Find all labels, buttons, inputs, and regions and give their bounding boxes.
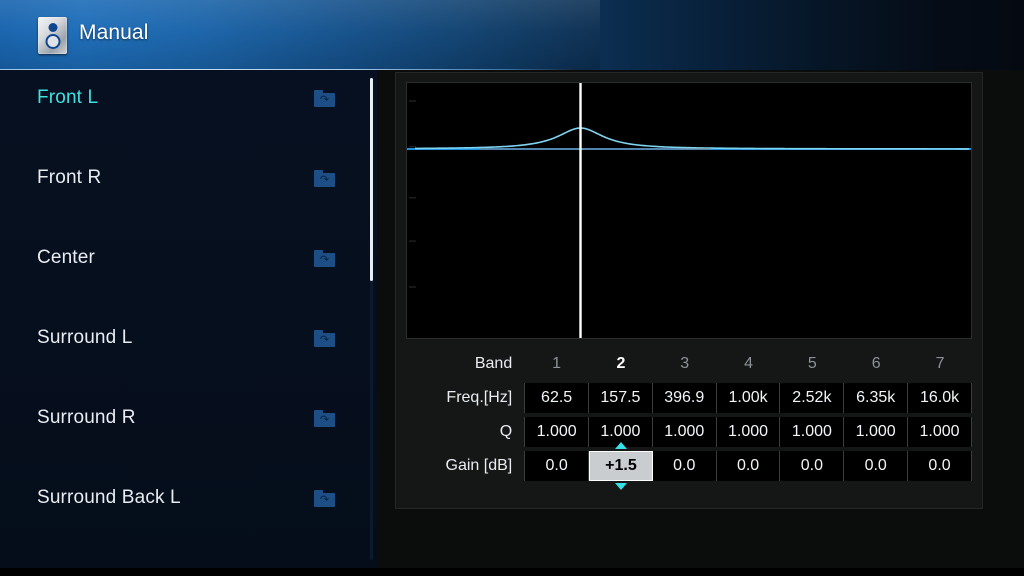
eq-panel: Band 1 2 3 4 5 6 7 Freq.[Hz] 62.5 157.5 396.9 1.00k 2… [395, 72, 983, 509]
sidebar-item-label: Front L [37, 87, 99, 108]
folder-return-icon[interactable]: ↷ [314, 409, 335, 427]
sidebar-item-center[interactable]: Center ↷ [0, 238, 377, 278]
main-content: Band 1 2 3 4 5 6 7 Freq.[Hz] 62.5 157.5 396.9 1.00k 2… [377, 70, 1024, 568]
return-arrow-glyph: ↷ [319, 413, 330, 426]
q-cell-band-7[interactable]: 1.000 [908, 417, 972, 447]
freq-cell-band-5[interactable]: 2.52k [780, 383, 845, 413]
q-cell-band-6[interactable]: 1.000 [844, 417, 909, 447]
eq-graph[interactable] [406, 82, 972, 339]
gain-cell-band-5[interactable]: 0.0 [780, 451, 845, 481]
freq-cell-band-6[interactable]: 6.35k [844, 383, 909, 413]
sidebar-item-surround-r[interactable]: Surround R ↷ [0, 398, 377, 438]
return-arrow-glyph: ↷ [319, 173, 330, 186]
eq-curve-svg [407, 83, 971, 338]
row-label-band: Band [474, 355, 513, 372]
app-screen: Manual Front L ↷ Front R ↷ Center ↷ Surround L… [0, 0, 1024, 576]
gain-cell-selected[interactable]: +1.5 [589, 442, 653, 490]
sidebar-item-label: Surround L [37, 327, 133, 348]
row-label-freq: Freq.[Hz] [446, 389, 513, 406]
gain-cell-band-6[interactable]: 0.0 [844, 451, 909, 481]
increase-caret-icon[interactable] [614, 442, 627, 449]
q-cell-band-1[interactable]: 1.000 [524, 417, 590, 447]
sidebar-item-label: Surround Back L [37, 487, 181, 508]
eq-parameter-table: Band 1 2 3 4 5 6 7 Freq.[Hz] 62.5 157.5 396.9 1.00k 2… [406, 349, 972, 490]
return-arrow-glyph: ↷ [319, 493, 330, 506]
return-arrow-glyph: ↷ [319, 93, 330, 106]
bottom-bar [0, 568, 1024, 576]
band-header-4[interactable]: 4 [717, 349, 781, 379]
freq-cell-band-4[interactable]: 1.00k [716, 383, 781, 413]
row-label-gain: Gain [dB] [445, 457, 513, 474]
q-cell-band-4[interactable]: 1.000 [716, 417, 781, 447]
band-header-7[interactable]: 7 [908, 349, 972, 379]
folder-return-icon[interactable]: ↷ [314, 329, 335, 347]
return-arrow-glyph: ↷ [319, 253, 330, 266]
gain-cell-band-1[interactable]: 0.0 [524, 451, 590, 481]
freq-cell-band-2[interactable]: 157.5 [589, 383, 653, 413]
sidebar-item-label: Front R [37, 167, 102, 188]
folder-return-icon[interactable]: ↷ [314, 249, 335, 267]
freq-cell-band-3[interactable]: 396.9 [652, 383, 717, 413]
sidebar: Front L ↷ Front R ↷ Center ↷ Surround L ↷ Surrou… [0, 70, 377, 576]
return-arrow-glyph: ↷ [319, 333, 330, 346]
speaker-woofer [45, 34, 60, 49]
band-header-6[interactable]: 6 [844, 349, 908, 379]
sidebar-item-front-r[interactable]: Front R ↷ [0, 158, 377, 198]
sidebar-item-front-l[interactable]: Front L ↷ [0, 78, 377, 118]
freq-cell-band-7[interactable]: 16.0k [908, 383, 972, 413]
band-header-2[interactable]: 2 [589, 349, 653, 379]
sidebar-list: Front L ↷ Front R ↷ Center ↷ Surround L ↷ Surrou… [0, 70, 377, 576]
freq-cell-band-1[interactable]: 62.5 [524, 383, 590, 413]
row-label-q: Q [499, 423, 513, 440]
decrease-caret-icon[interactable] [614, 483, 627, 490]
folder-return-icon[interactable]: ↷ [314, 89, 335, 107]
gain-cell-band-4[interactable]: 0.0 [716, 451, 781, 481]
sidebar-scrollbar-thumb[interactable] [370, 78, 373, 281]
sidebar-item-surround-l[interactable]: Surround L ↷ [0, 318, 377, 358]
q-cell-band-3[interactable]: 1.000 [652, 417, 717, 447]
sidebar-item-label: Center [37, 247, 95, 268]
table-row-freq: Freq.[Hz] 62.5 157.5 396.9 1.00k 2.52k 6.35k 16… [406, 383, 972, 413]
page-title: Manual [79, 21, 149, 44]
table-row-band-header: Band 1 2 3 4 5 6 7 [406, 349, 972, 379]
folder-return-icon[interactable]: ↷ [314, 169, 335, 187]
sidebar-item-label: Surround R [37, 407, 136, 428]
band-header-1[interactable]: 1 [524, 349, 589, 379]
table-row-gain: Gain [dB] 0.0 +1.5 0.0 0.0 0.0 0.0 0.0 [406, 442, 972, 490]
speaker-tweeter [48, 23, 57, 32]
gain-cell-band-3[interactable]: 0.0 [652, 451, 717, 481]
app-header: Manual [0, 0, 1024, 70]
band-header-5[interactable]: 5 [780, 349, 844, 379]
q-cell-band-5[interactable]: 1.000 [780, 417, 845, 447]
gain-cell-band-7[interactable]: 0.0 [908, 451, 972, 481]
speaker-icon [38, 17, 67, 54]
table-row-q: Q 1.000 1.000 1.000 1.000 1.000 1.000 1.000 [406, 417, 972, 447]
folder-return-icon[interactable]: ↷ [314, 489, 335, 507]
band-header-3[interactable]: 3 [653, 349, 717, 379]
sidebar-item-surround-back-l[interactable]: Surround Back L ↷ [0, 478, 377, 518]
